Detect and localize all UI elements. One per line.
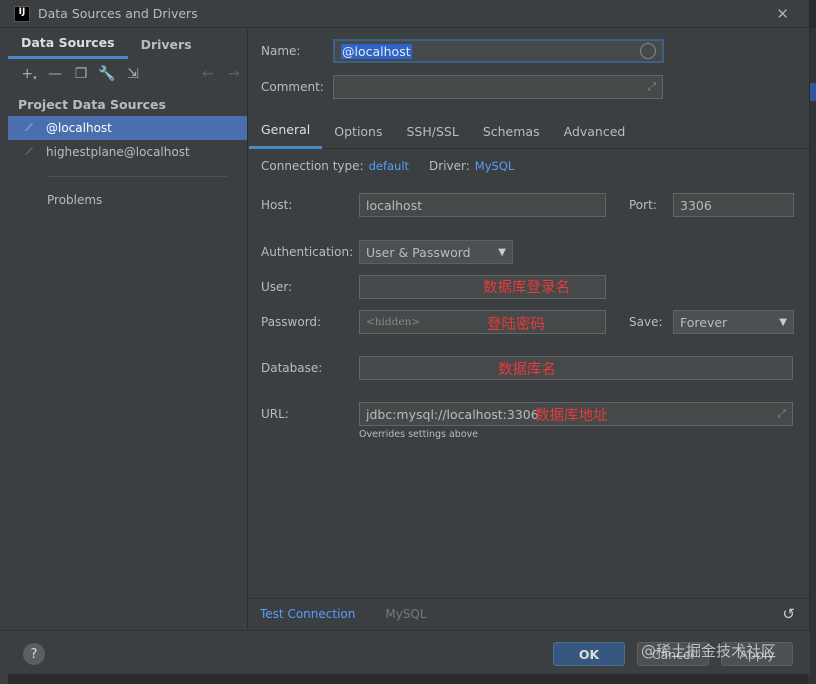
tab-options[interactable]: Options	[322, 113, 394, 149]
ok-button[interactable]: OK	[553, 642, 625, 666]
name-label: Name:	[261, 44, 301, 58]
save-value: Forever	[680, 314, 728, 330]
remove-icon[interactable]: —	[42, 63, 68, 85]
tab-data-sources[interactable]: Data Sources	[8, 29, 128, 59]
datasource-toolbar: + ▾ — ❐ 🔧 ⇲ ← →	[8, 59, 247, 89]
authentication-dropdown[interactable]: User & Password ▼	[359, 240, 513, 264]
dialog-titlebar: IJ Data Sources and Drivers ✕	[0, 0, 809, 28]
cancel-button[interactable]: Cancel	[637, 642, 709, 666]
dialog-button-bar: ? OK Cancel Apply	[0, 630, 810, 674]
name-input[interactable]: @localhost	[333, 39, 664, 63]
datasource-label: highestplane@localhost	[46, 145, 190, 159]
url-hint: Overrides settings above	[359, 429, 479, 440]
host-label: Host:	[261, 198, 293, 212]
help-button[interactable]: ?	[23, 643, 45, 665]
connection-type-label: Connection type:	[261, 159, 364, 173]
chevron-down-icon: ▼	[498, 246, 506, 258]
duplicate-icon[interactable]: ❐	[68, 63, 94, 85]
save-label: Save:	[629, 315, 663, 329]
database-label: Database:	[261, 361, 323, 375]
mysql-dolphin-icon: ⟋	[25, 121, 33, 134]
user-label: User:	[261, 280, 293, 294]
tab-schemas[interactable]: Schemas	[471, 113, 552, 149]
data-sources-dialog: IJ Data Sources and Drivers ✕ Data Sourc…	[0, 0, 810, 674]
intellij-app-icon: IJ	[14, 5, 30, 22]
reset-icon[interactable]: ↺	[782, 605, 795, 623]
authentication-value: User & Password	[366, 244, 471, 260]
left-tabs: Data Sources Drivers	[8, 29, 247, 59]
host-input[interactable]: localhost	[359, 193, 606, 217]
datasource-item[interactable]: ⟋ highestplane@localhost	[8, 140, 247, 164]
expand-icon[interactable]: ⤢	[647, 80, 656, 94]
back-arrow-icon[interactable]: ←	[195, 63, 221, 85]
tab-advanced[interactable]: Advanced	[552, 113, 638, 149]
driver-label: Driver:	[429, 159, 470, 173]
close-icon[interactable]: ✕	[776, 5, 789, 23]
driver-link[interactable]: MySQL	[475, 159, 515, 173]
url-label: URL:	[261, 407, 289, 421]
password-label: Password:	[261, 315, 322, 329]
name-value: @localhost	[341, 43, 412, 59]
port-input[interactable]: 3306	[673, 193, 794, 217]
problems-item[interactable]: Problems	[8, 177, 247, 207]
mysql-dolphin-icon: ⟋	[25, 145, 33, 158]
driver-name-label: MySQL	[385, 606, 427, 621]
left-pane: Data Sources Drivers + ▾ — ❐ 🔧 ⇲ ← → Proj…	[8, 29, 248, 629]
port-label: Port:	[629, 198, 657, 212]
annotation-user: 数据库登录名	[483, 280, 570, 296]
forward-arrow-icon[interactable]: →	[221, 63, 247, 85]
expand-icon[interactable]: ⤢	[777, 407, 786, 421]
url-value: jdbc:mysql://localhost:3306	[366, 406, 539, 422]
password-placeholder: <hidden>	[366, 316, 421, 328]
dialog-title: Data Sources and Drivers	[38, 6, 198, 21]
connection-type-link[interactable]: default	[369, 159, 409, 173]
apply-button[interactable]: Apply	[721, 642, 793, 666]
right-footer: Test Connection MySQL ↺	[249, 598, 809, 628]
host-value: localhost	[366, 197, 423, 213]
import-icon[interactable]: ⇲	[120, 63, 146, 85]
chevron-down-icon: ▼	[779, 316, 787, 328]
test-connection-link[interactable]: Test Connection	[260, 607, 355, 621]
comment-input[interactable]: ⤢	[333, 75, 663, 99]
datasource-item[interactable]: ⟋ @localhost	[8, 116, 247, 140]
annotation-database: 数据库名	[498, 362, 556, 378]
settings-tabs: General Options SSH/SSL Schemas Advanced	[249, 113, 809, 149]
add-icon[interactable]: + ▾	[16, 63, 42, 85]
tab-general[interactable]: General	[249, 113, 323, 149]
datasource-label: @localhost	[46, 121, 112, 135]
wrench-icon[interactable]: 🔧	[94, 63, 120, 85]
annotation-password: 登陆密码	[487, 317, 545, 333]
project-data-sources-heading: Project Data Sources	[18, 97, 166, 112]
authentication-label: Authentication:	[261, 245, 354, 259]
comment-label: Comment:	[261, 80, 324, 94]
tab-drivers[interactable]: Drivers	[128, 29, 205, 59]
right-pane: Name: @localhost Comment: ⤢ General Opti…	[249, 29, 809, 629]
tab-ssh-ssl[interactable]: SSH/SSL	[395, 113, 471, 149]
annotation-url: 数据库地址	[535, 408, 608, 424]
color-circle-icon[interactable]	[640, 43, 656, 59]
port-value: 3306	[680, 197, 712, 213]
save-dropdown[interactable]: Forever ▼	[673, 310, 794, 334]
database-input[interactable]	[359, 356, 793, 380]
password-input[interactable]: <hidden>	[359, 310, 606, 334]
